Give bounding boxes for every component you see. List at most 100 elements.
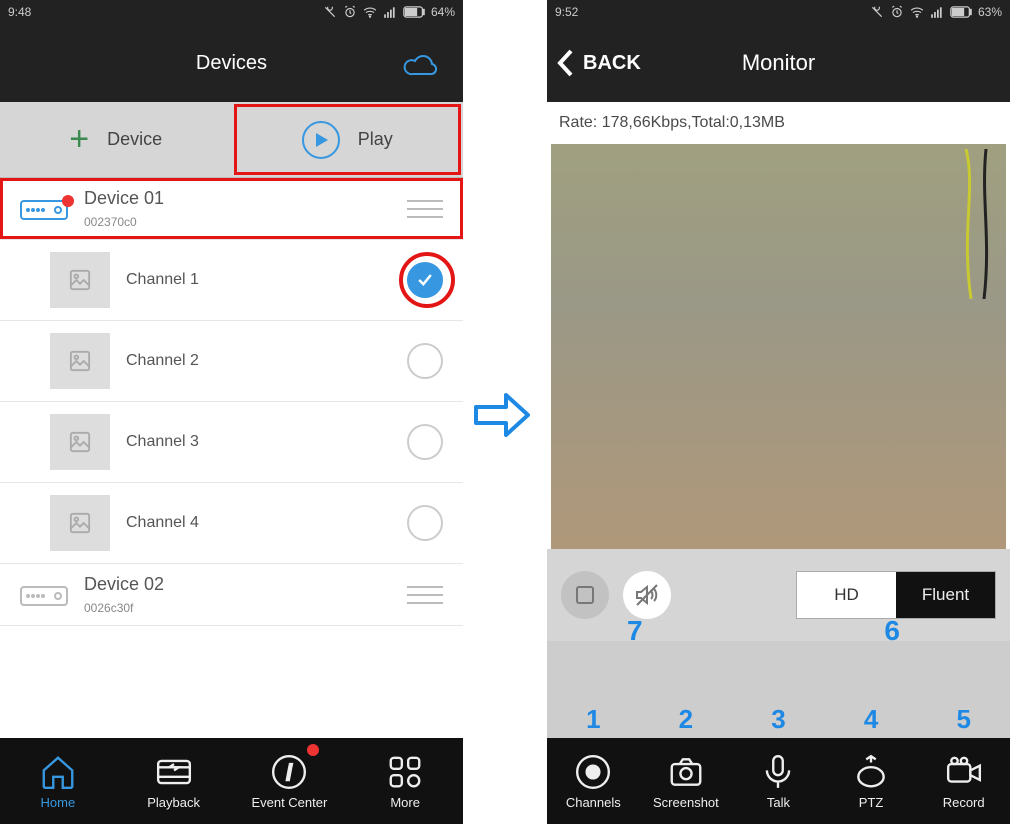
status-bar: 9:48 64% (0, 0, 463, 24)
device-id: 002370c0 (84, 215, 391, 229)
quality-hd[interactable]: HD (797, 572, 896, 618)
monitor-bottom-nav: Channels Screenshot Talk PTZ Record (547, 738, 1010, 824)
wifi-icon (910, 5, 924, 19)
header-title: Devices (196, 52, 267, 75)
nav-more-label: More (390, 795, 420, 810)
status-time: 9:52 (555, 5, 578, 19)
annotation-row: 1 2 3 4 5 (547, 700, 1010, 738)
video-overlay-decor (956, 149, 996, 299)
stop-button[interactable] (561, 571, 609, 619)
quality-fluent[interactable]: Fluent (896, 572, 995, 618)
device-list[interactable]: Device 01 002370c0 Channel 1 Channel 2 C… (0, 178, 463, 738)
arrow-right-icon (472, 390, 532, 440)
add-device-button[interactable]: + Device (0, 102, 232, 177)
play-label: Play (358, 129, 393, 150)
dvr-icon (20, 195, 68, 223)
status-time: 9:48 (8, 5, 31, 19)
device-row[interactable]: Device 02 0026c30f (0, 564, 463, 626)
svg-text:i: i (287, 759, 293, 784)
channel-thumb-icon (50, 495, 110, 551)
status-icons: 64% (323, 5, 455, 19)
signal-icon (383, 5, 397, 19)
dvr-icon (20, 581, 68, 609)
action-row: + Device Play (0, 102, 463, 178)
cloud-icon[interactable] (403, 54, 439, 78)
nav-channels-label: Channels (566, 795, 621, 810)
nav-talk-label: Talk (767, 795, 790, 810)
play-icon (302, 121, 340, 159)
controls-row: HD Fluent 7 6 (547, 549, 1010, 641)
nav-channels[interactable]: Channels (547, 738, 640, 824)
plus-icon: + (69, 120, 89, 159)
dnd-icon (323, 5, 337, 19)
quality-segment: HD Fluent (796, 571, 996, 619)
annotation-7: 7 (627, 615, 643, 647)
add-device-label: Device (107, 129, 162, 150)
nav-record[interactable]: Record (917, 738, 1010, 824)
channel-row[interactable]: Channel 1 (0, 240, 463, 321)
mute-button[interactable] (623, 571, 671, 619)
spacer (547, 641, 1010, 700)
header-title: Monitor (742, 50, 815, 76)
nav-ptz-label: PTZ (859, 795, 884, 810)
wifi-icon (363, 5, 377, 19)
device-row[interactable]: Device 01 002370c0 (0, 178, 463, 240)
annotation-4: 4 (864, 704, 878, 735)
drag-handle-icon[interactable] (407, 586, 443, 604)
notification-dot (307, 744, 319, 756)
nav-event-center[interactable]: i Event Center (232, 738, 348, 824)
monitor-header: BACK Monitor (547, 24, 1010, 102)
nav-home-label: Home (41, 795, 76, 810)
monitor-screen: 9:52 63% BACK Monitor Rate: 178,66Kbps,T… (547, 0, 1010, 824)
devices-header: Devices (0, 24, 463, 102)
nav-event-label: Event Center (251, 795, 327, 810)
channel-thumb-icon (50, 333, 110, 389)
alarm-icon (890, 5, 904, 19)
signal-icon (930, 5, 944, 19)
nav-screenshot[interactable]: Screenshot (640, 738, 733, 824)
bottom-nav: Home Playback i Event Center More (0, 738, 463, 824)
nav-home[interactable]: Home (0, 738, 116, 824)
back-button[interactable]: BACK (547, 48, 641, 78)
highlight-box (234, 104, 462, 175)
channel-select-check[interactable] (407, 262, 443, 298)
channel-row[interactable]: Channel 4 (0, 483, 463, 564)
rate-info: Rate: 178,66Kbps,Total:0,13MB (547, 102, 1010, 144)
channel-select-radio[interactable] (407, 424, 443, 460)
status-bar: 9:52 63% (547, 0, 1010, 24)
channel-thumb-icon (50, 414, 110, 470)
channel-name: Channel 1 (126, 271, 391, 289)
battery-icon (950, 5, 972, 19)
annotation-6: 6 (884, 615, 900, 647)
nav-playback[interactable]: Playback (116, 738, 232, 824)
battery-pct: 64% (431, 5, 455, 19)
nav-record-label: Record (943, 795, 985, 810)
dnd-icon (870, 5, 884, 19)
nav-more[interactable]: More (347, 738, 463, 824)
channel-thumb-icon (50, 252, 110, 308)
nav-screenshot-label: Screenshot (653, 795, 719, 810)
nav-talk[interactable]: Talk (732, 738, 825, 824)
status-icons: 63% (870, 5, 1002, 19)
channel-name: Channel 4 (126, 514, 391, 532)
video-view[interactable] (551, 144, 1006, 549)
device-id: 0026c30f (84, 601, 391, 615)
battery-icon (403, 5, 425, 19)
annotation-3: 3 (771, 704, 785, 735)
nav-playback-label: Playback (147, 795, 200, 810)
play-button[interactable]: Play (232, 102, 464, 177)
channel-row[interactable]: Channel 3 (0, 402, 463, 483)
back-label: BACK (583, 52, 641, 75)
channel-row[interactable]: Channel 2 (0, 321, 463, 402)
alarm-icon (343, 5, 357, 19)
nav-ptz[interactable]: PTZ (825, 738, 918, 824)
annotation-5: 5 (956, 704, 970, 735)
channel-name: Channel 3 (126, 433, 391, 451)
channel-select-radio[interactable] (407, 505, 443, 541)
channel-name: Channel 2 (126, 352, 391, 370)
battery-pct: 63% (978, 5, 1002, 19)
devices-screen: 9:48 64% Devices + Device Play (0, 0, 463, 824)
device-name: Device 02 (84, 574, 391, 595)
channel-select-radio[interactable] (407, 343, 443, 379)
drag-handle-icon[interactable] (407, 200, 443, 218)
